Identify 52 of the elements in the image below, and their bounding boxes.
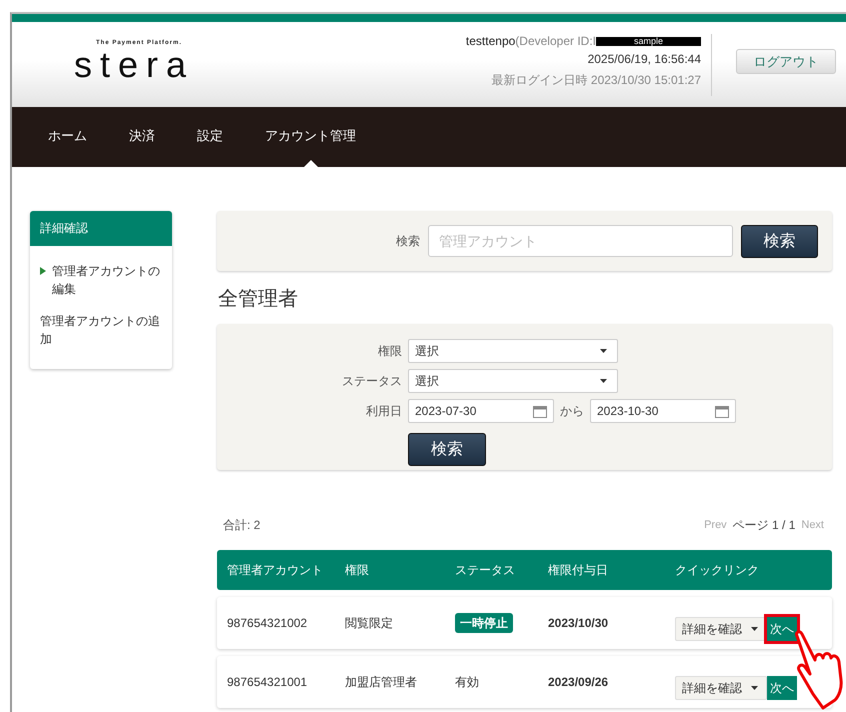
role-select[interactable]: 選択 [408, 339, 618, 363]
search-label: 検索 [396, 232, 420, 250]
action-select[interactable]: 詳細を確認 [675, 676, 767, 700]
table-cell-text: 987654321002 [226, 616, 308, 630]
table-cell: 有効 [455, 674, 479, 688]
table-cell-text: 2023/09/26 [547, 675, 610, 689]
next-button[interactable]: 次へ [767, 617, 797, 641]
search-button[interactable]: 検索 [408, 433, 486, 466]
logout-button[interactable]: ログアウト [736, 49, 836, 74]
field-label: ステータス [341, 372, 402, 390]
caret-icon [751, 686, 758, 690]
page-indicator: ページ 1 / 1 [732, 516, 796, 534]
column-header: 管理者アカウント [226, 562, 324, 578]
calendar-icon [533, 404, 547, 418]
status-badge: 一時停止 [455, 612, 513, 632]
status-select[interactable]: 選択 [408, 369, 618, 393]
sidebar-link[interactable]: 管理者アカウントの追加 [40, 312, 162, 348]
table-cell-text: 閲覧限定 [344, 614, 394, 632]
table-cell-text: 加盟店管理者 [344, 674, 418, 690]
caret-icon [751, 627, 758, 631]
search-field[interactable]: 管理アカウント [428, 225, 733, 257]
last-login: 最新ログイン日時 2023/10/30 15:01:27 [492, 72, 701, 89]
nav-tab[interactable]: 決済 [129, 107, 155, 167]
sidebar-link[interactable]: 管理者アカウントの編集 [52, 262, 162, 298]
column-header: 権限 [344, 562, 370, 578]
table-cell-text: 987654321001 [226, 675, 308, 689]
user-name: testtenpo [466, 34, 516, 48]
table-cell-text: 2023/10/30 [547, 616, 610, 630]
field-label: 権限 [377, 342, 402, 360]
column-header: 権限付与日 [547, 562, 609, 578]
date-separator: から [560, 402, 584, 420]
field-label: 利用日 [365, 402, 402, 420]
page-heading: 全管理者 [218, 287, 299, 312]
redaction-bar: sample [596, 36, 701, 46]
total-count: 合計: 2 [223, 516, 260, 534]
sidebar-title: 詳細確認 [30, 211, 172, 246]
next-button[interactable]: 次へ [767, 676, 797, 700]
caret-icon [600, 349, 607, 353]
action-select[interactable]: 詳細を確認 [675, 617, 767, 641]
search-button[interactable]: 検索 [741, 224, 818, 258]
nav-tab[interactable]: アカウント管理 [265, 107, 356, 167]
logo: stera [74, 46, 194, 84]
date-field[interactable]: 2023-10-30 [590, 399, 736, 423]
nav-tab[interactable]: ホーム [48, 107, 87, 167]
current-datetime: 2025/06/19, 16:56:44 [588, 52, 701, 66]
caret-icon [600, 379, 607, 383]
nav-tab[interactable]: 設定 [197, 107, 223, 167]
column-header: クイックリンク [674, 562, 760, 578]
column-header: ステータス [454, 562, 516, 578]
calendar-icon [715, 404, 729, 418]
date-field[interactable]: 2023-07-30 [408, 399, 554, 423]
developer-id: (Developer ID:I [515, 34, 596, 48]
